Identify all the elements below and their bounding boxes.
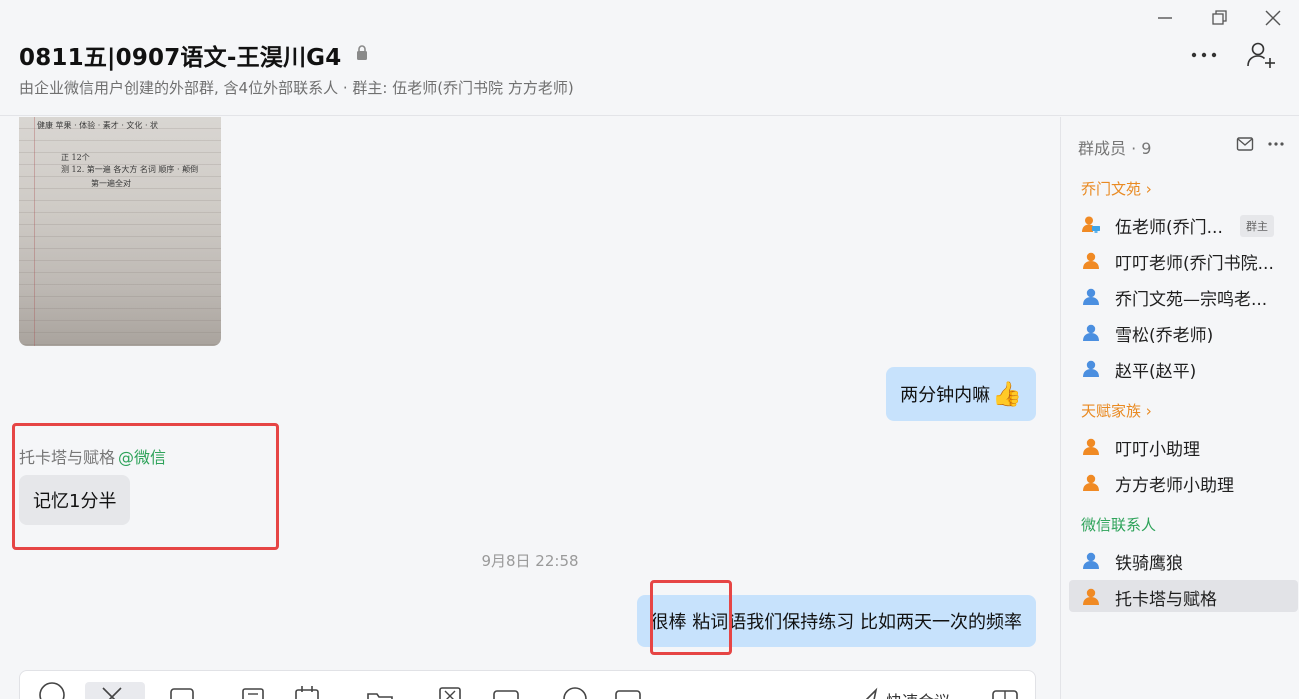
message-timestamp: 9月8日 22:58 [481,552,579,570]
person-pc-icon [1082,216,1100,233]
close-icon[interactable] [1262,8,1284,28]
member-name: 赵平(赵平) [1115,362,1197,382]
restore-icon[interactable] [1208,8,1230,28]
message-sender: 托卡塔与赋格 @微信 [19,444,166,468]
member-name: 铁骑鹰狼 [1115,554,1183,574]
member-item[interactable]: 铁骑鹰狼 [1069,544,1298,576]
member-sidebar: 群成员 · 9 乔门文苑 › 伍老师(乔门... 群主 叮叮老师(乔门书院...… [1060,117,1299,699]
owner-badge: 群主 [1240,215,1274,237]
thumbs-up-icon: 👍 [992,380,1022,408]
person-icon [1083,552,1099,569]
notebook-text-line2: 正 12个 [61,153,90,162]
notebook-text-line4: 第一遍全对 [91,179,131,188]
group-label-qiaomen[interactable]: 乔门文苑 › [1081,178,1152,199]
sender-source: @微信 [118,448,167,467]
highlight-box-word [650,580,732,655]
member-name: 乔门文苑—宗鸣老... [1115,290,1268,310]
member-item[interactable]: 叮叮小助理 [1069,430,1298,462]
send-quick-icon[interactable] [852,684,882,699]
person-icon [1083,474,1099,491]
sender-name: 托卡塔与赋格 [19,448,116,467]
emoji-icon[interactable] [37,680,67,699]
expand-icon[interactable] [990,684,1020,699]
chat-header: 0811五|0907语文-王淏川G4 由企业微信用户创建的外部群, 含4位外部联… [0,0,1299,116]
person-icon [1083,324,1099,341]
chat-title: 0811五|0907语文-王淏川G4 [19,45,342,71]
file-icon[interactable] [167,682,197,699]
message-incoming-1[interactable]: 记忆1分半 [19,475,131,525]
notebook-text-line3: 测 12. 第一遍 各大方 名词 顺序 · 颠倒 [61,165,199,174]
more-options-icon[interactable] [1188,40,1220,70]
chevron-right-icon: › [1145,180,1152,198]
chat-subtitle: 由企业微信用户创建的外部群, 含4位外部联系人 · 群主: 伍老师(乔门书院 方… [19,79,574,97]
calendar-icon[interactable] [292,682,322,699]
message-icon[interactable] [613,684,643,699]
person-icon [1083,438,1099,455]
message-outgoing-1[interactable]: 两分钟内嘛 👍 [886,367,1036,421]
person-icon [1083,252,1099,269]
member-item[interactable]: 叮叮老师(乔门书院... [1069,244,1298,276]
person-icon [1083,288,1099,305]
notebook-margin [34,117,35,346]
member-item-selected[interactable]: 托卡塔与赋格 [1069,580,1298,612]
hourglass-icon[interactable] [435,682,465,699]
group-label-tianfu[interactable]: 天赋家族 › [1081,400,1152,421]
member-item[interactable]: 乔门文苑—宗鸣老... [1069,280,1298,312]
scissors-icon[interactable] [97,680,127,699]
group-name: 微信联系人 [1081,516,1157,534]
minimize-icon[interactable] [1154,8,1176,28]
group-name: 天赋家族 [1081,402,1142,420]
member-name: 叮叮小助理 [1115,440,1200,460]
member-name: 方方老师小助理 [1115,476,1234,496]
message-text: 记忆1分半 [33,491,117,512]
member-name: 雪松(乔老师) [1115,326,1214,346]
member-item[interactable]: 赵平(赵平) [1069,352,1298,384]
person-icon [1083,588,1099,605]
chevron-right-icon: › [1145,402,1152,420]
screen-icon[interactable] [491,684,521,699]
notebook-lines [19,117,221,346]
mail-icon[interactable] [1236,136,1254,152]
folder-icon[interactable] [365,684,395,699]
group-name: 乔门文苑 [1081,180,1142,198]
lock-icon [357,45,367,60]
member-item[interactable]: 方方老师小助理 [1069,466,1298,498]
message-list[interactable]: 健康 苹果 · 体验 · 素才 · 文化 · 状 正 12个 测 12. 第一遍… [0,117,1060,699]
member-name: 叮叮老师(乔门书院... [1115,254,1274,274]
document-icon[interactable] [238,682,268,699]
more-options-icon[interactable] [1266,136,1286,152]
message-text: 两分钟内嘛 [900,385,991,406]
quick-meeting-label[interactable]: 快速会议 [886,688,950,699]
member-count-title: 群成员 · 9 [1078,139,1152,158]
member-name: 托卡塔与赋格 [1115,590,1217,610]
person-icon [1083,360,1099,377]
member-item[interactable]: 伍老师(乔门... 群主 [1069,208,1298,240]
notebook-text-line1: 健康 苹果 · 体验 · 素才 · 文化 · 状 [37,121,159,130]
group-label-wechat: 微信联系人 [1081,514,1156,535]
member-item[interactable]: 雪松(乔老师) [1069,316,1298,348]
message-image-notebook[interactable]: 健康 苹果 · 体验 · 素才 · 文化 · 状 正 12个 测 12. 第一遍… [19,117,221,346]
add-member-icon[interactable] [1246,40,1278,70]
clock-icon[interactable] [560,682,590,699]
